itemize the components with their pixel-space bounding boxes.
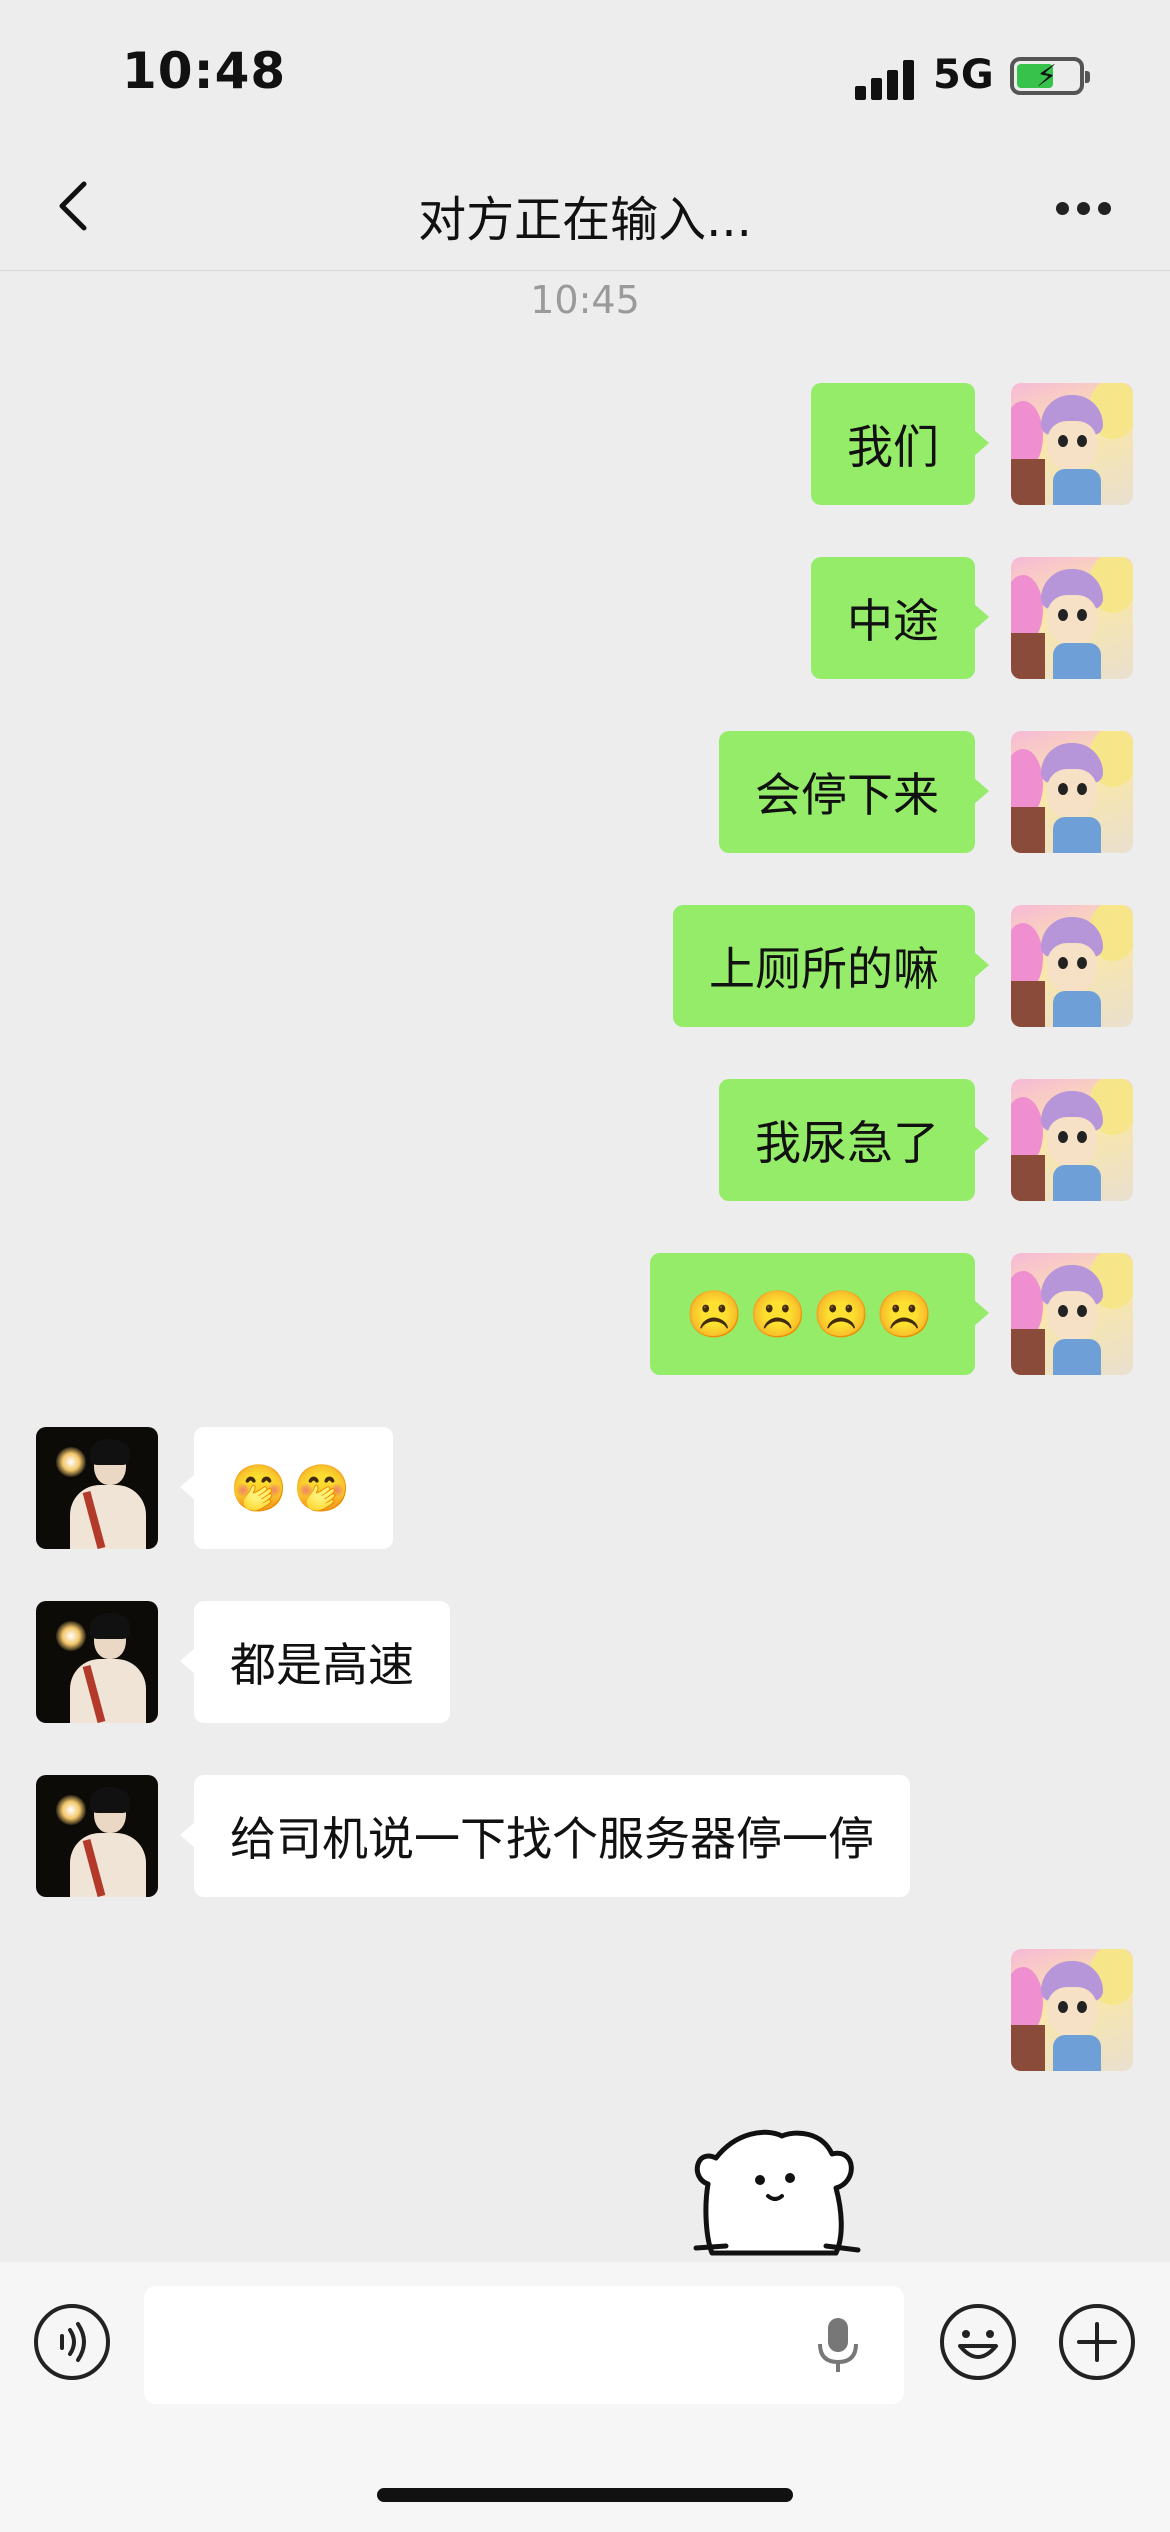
- contact-avatar[interactable]: [36, 1601, 158, 1723]
- message-row: 都是高速: [0, 1601, 1170, 1723]
- voice-toggle-icon[interactable]: [32, 2302, 112, 2382]
- message-row: 给司机说一下找个服务器停一停: [0, 1775, 1170, 1897]
- my-avatar[interactable]: [1011, 557, 1133, 679]
- emoji-icon[interactable]: [938, 2302, 1018, 2382]
- sent-message-bubble[interactable]: 我们: [811, 383, 989, 505]
- sent-message-bubble[interactable]: 中途: [811, 557, 989, 679]
- message-row: 我们: [0, 383, 1170, 505]
- message-row: 会停下来: [0, 731, 1170, 853]
- sent-message-bubble[interactable]: 我尿急了: [719, 1079, 989, 1201]
- chat-header: 对方正在输入...: [0, 150, 1170, 271]
- my-avatar[interactable]: [1011, 1253, 1133, 1375]
- message-row: 我尿急了: [0, 1079, 1170, 1201]
- message-row: [0, 1949, 1170, 2071]
- my-avatar[interactable]: [1011, 1079, 1133, 1201]
- network-type: 5G: [933, 52, 994, 98]
- received-message-bubble[interactable]: 🤭🤭: [180, 1427, 393, 1549]
- received-message-bubble[interactable]: 都是高速: [180, 1601, 450, 1723]
- message-row: ☹️☹️☹️☹️: [0, 1253, 1170, 1375]
- more-options-icon[interactable]: [1056, 202, 1112, 216]
- home-indicator: [377, 2488, 793, 2502]
- message-row: 上厕所的嘛: [0, 905, 1170, 1027]
- signal-icon: [855, 58, 915, 100]
- my-avatar[interactable]: [1011, 731, 1133, 853]
- back-icon[interactable]: [46, 176, 106, 236]
- status-time: 10:48: [122, 42, 287, 100]
- message-input[interactable]: [144, 2286, 904, 2404]
- sent-message-bubble[interactable]: ☹️☹️☹️☹️: [649, 1253, 990, 1375]
- microphone-icon[interactable]: [812, 2314, 864, 2378]
- my-avatar[interactable]: [1011, 383, 1133, 505]
- contact-avatar[interactable]: [36, 1427, 158, 1549]
- contact-avatar[interactable]: [36, 1775, 158, 1897]
- message-row: 🤭🤭: [0, 1427, 1170, 1549]
- received-message-bubble[interactable]: 给司机说一下找个服务器停一停: [180, 1775, 910, 1897]
- chat-title: 对方正在输入...: [418, 192, 752, 248]
- message-row: 中途: [0, 557, 1170, 679]
- status-bar: 10:48 5G ⚡: [0, 0, 1170, 150]
- add-icon[interactable]: [1057, 2302, 1137, 2382]
- battery-icon: ⚡: [1010, 57, 1090, 95]
- sent-message-bubble[interactable]: 会停下来: [719, 731, 989, 853]
- my-avatar[interactable]: [1011, 1949, 1133, 2071]
- message-timestamp: 10:45: [530, 278, 640, 322]
- sent-message-bubble[interactable]: 上厕所的嘛: [673, 905, 989, 1027]
- puppy-sticker-icon[interactable]: [686, 2118, 866, 2258]
- my-avatar[interactable]: [1011, 905, 1133, 1027]
